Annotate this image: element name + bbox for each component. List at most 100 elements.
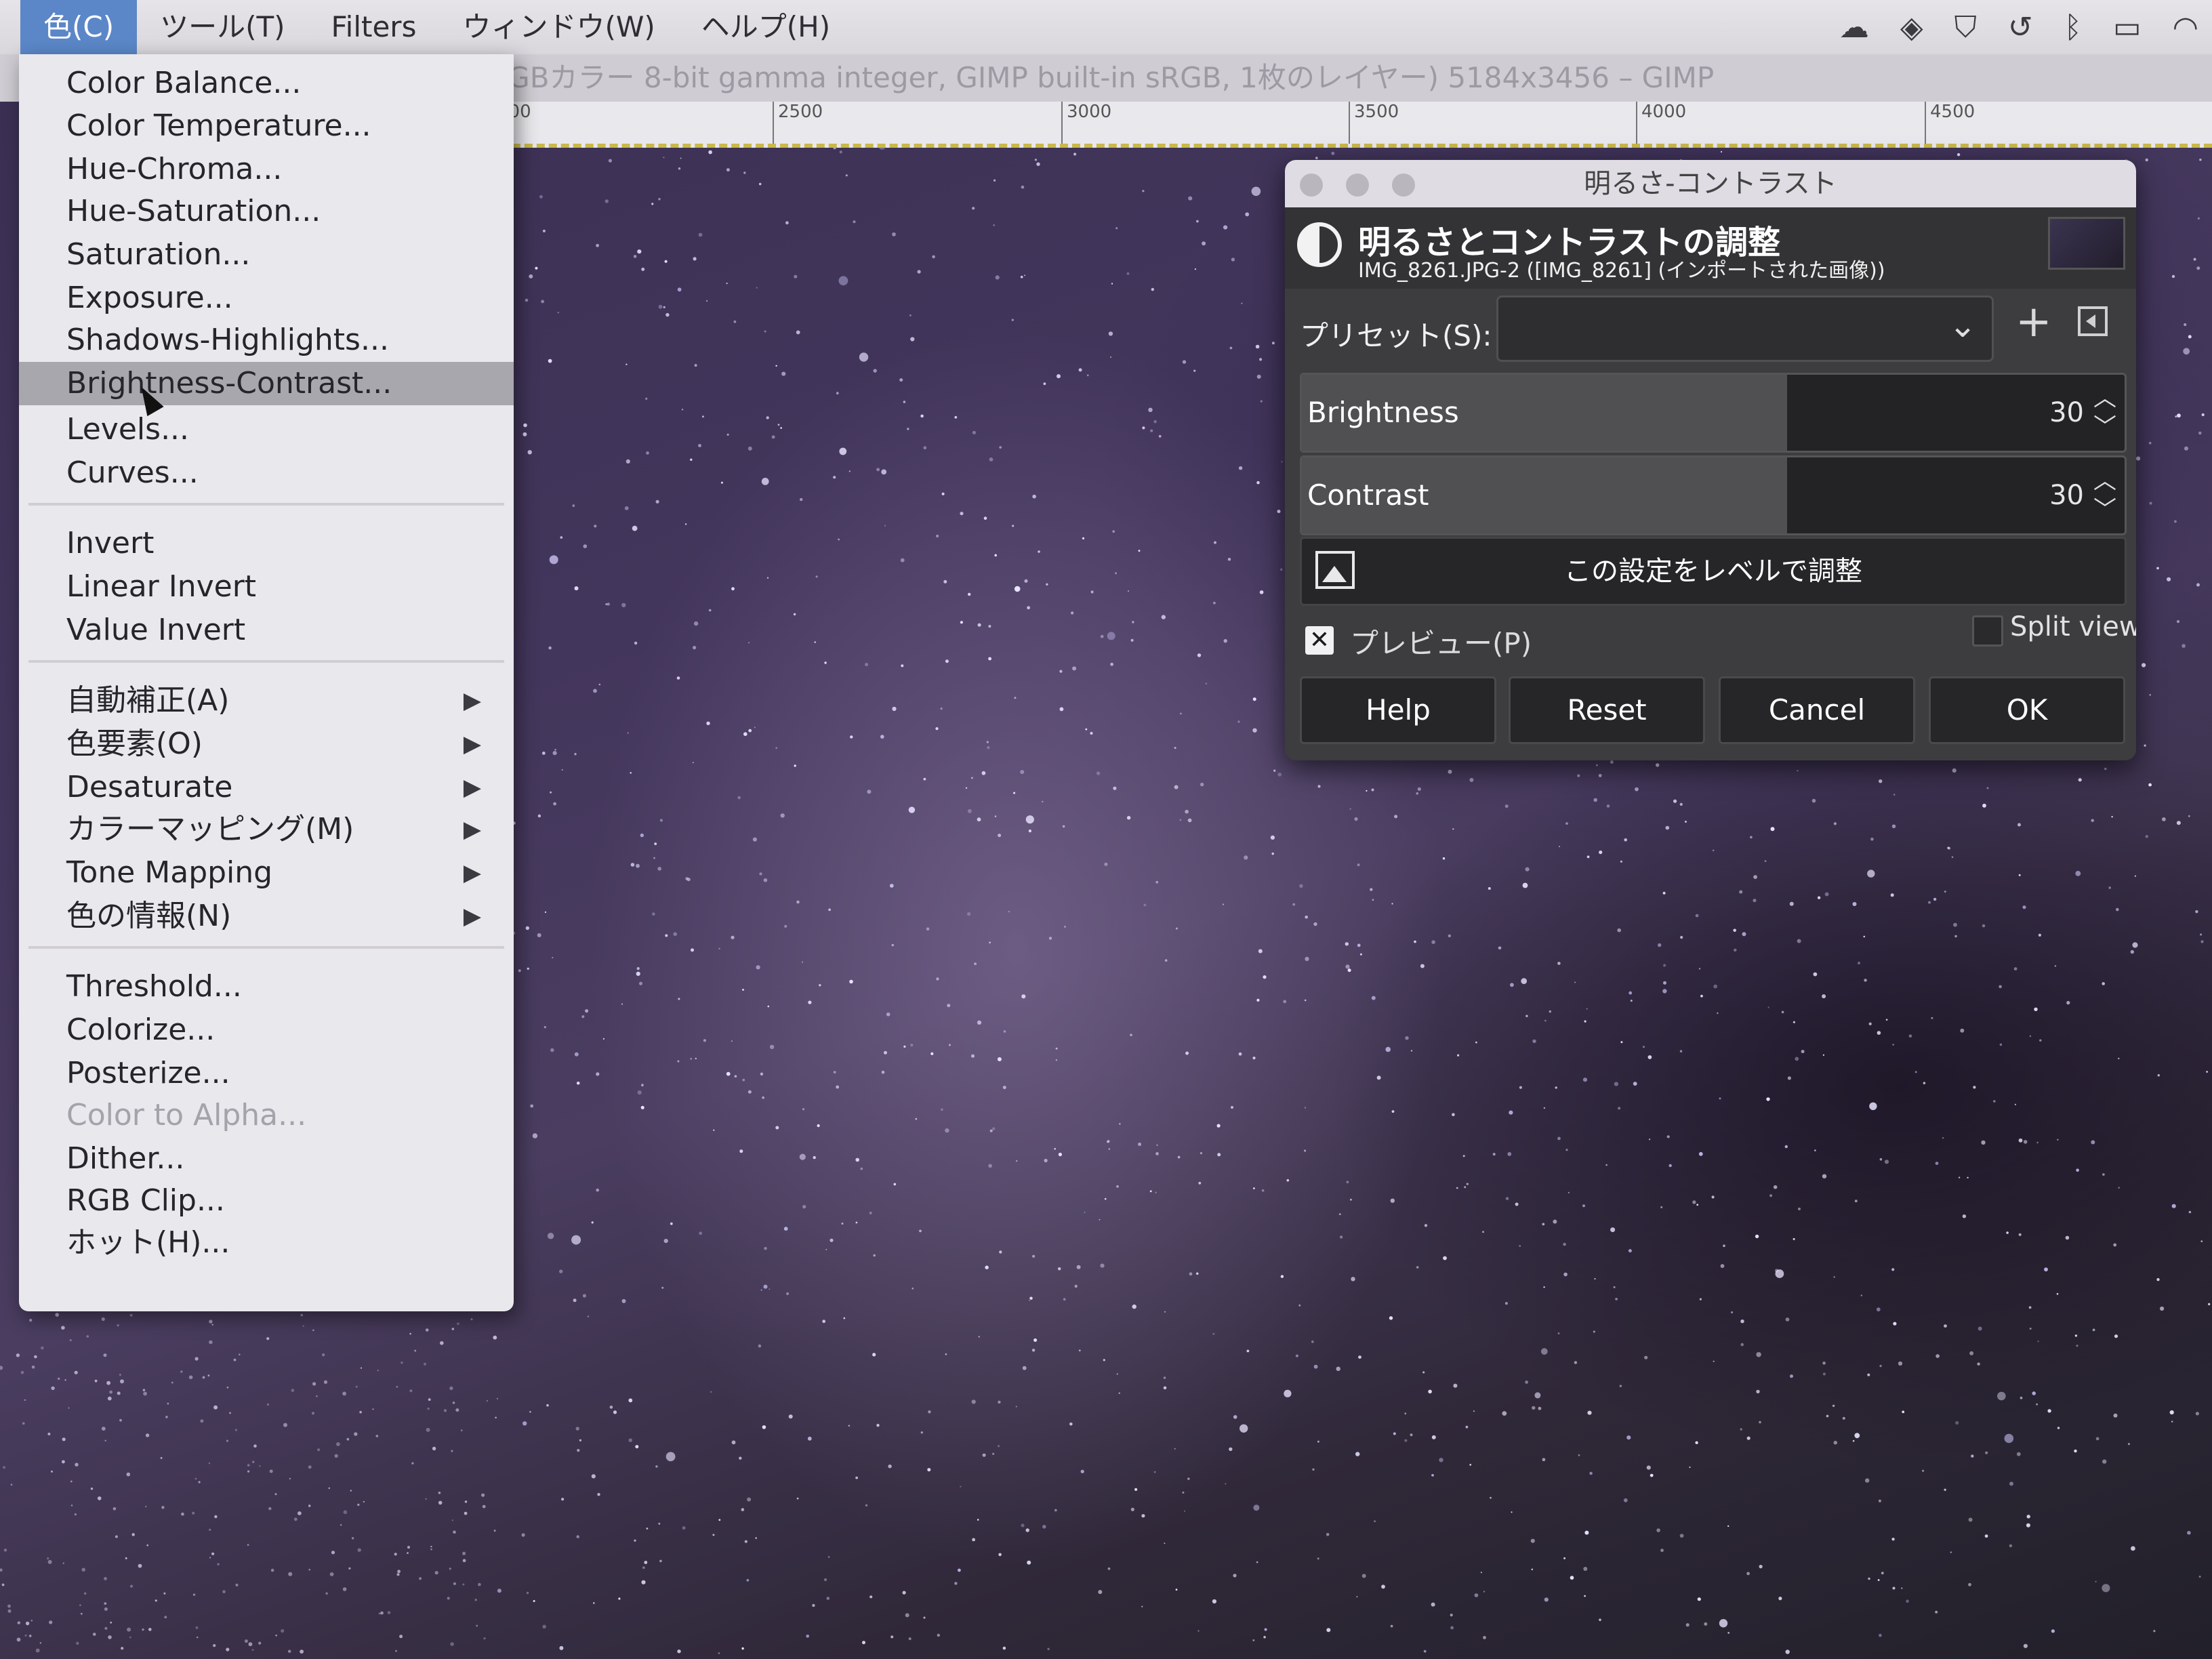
bluetooth-icon[interactable]: ᛒ <box>2064 10 2082 45</box>
star <box>2075 871 2081 876</box>
star <box>34 1355 37 1359</box>
menu-item[interactable]: Tone Mapping ▶ <box>19 851 514 895</box>
menu-item[interactable]: RGB Clip... <box>19 1179 514 1223</box>
star <box>1357 863 1360 867</box>
star <box>1814 1149 1816 1151</box>
battery-icon[interactable]: ▭ <box>2113 10 2142 45</box>
menu-item[interactable]: Color Temperature... <box>19 104 514 148</box>
menu-color[interactable]: 色(C) <box>20 0 138 54</box>
star <box>1043 382 1046 386</box>
preview-label[interactable]: プレビュー(P) <box>1350 621 1532 662</box>
menu-item[interactable]: Threshold... <box>19 965 514 1008</box>
star <box>1295 1354 1298 1357</box>
menu-item[interactable]: 自動補正(A) ▶ <box>19 679 514 722</box>
star <box>1107 632 1115 640</box>
menu-triangle-icon[interactable] <box>2078 306 2108 336</box>
menu-item[interactable]: 色要素(O) ▶ <box>19 722 514 766</box>
preset-combobox[interactable]: ⌄ <box>1496 295 1994 362</box>
preview-checkbox[interactable]: ✕ <box>1305 626 1334 655</box>
star <box>1619 1385 1622 1387</box>
star <box>954 1582 958 1585</box>
menu-item[interactable]: カラーマッピング(M) ▶ <box>19 808 514 851</box>
split-view-label[interactable]: Split view <box>2010 611 2136 642</box>
star <box>1565 822 1568 825</box>
star <box>1238 466 1243 470</box>
horizontal-ruler[interactable]: 000 2500 3000 3500 4000 4500 <box>488 102 2212 148</box>
reset-button[interactable]: Reset <box>1509 676 1705 744</box>
star <box>1968 1517 1973 1522</box>
menu-item[interactable]: 色の情報(N) ▶ <box>19 895 514 938</box>
star <box>574 586 579 591</box>
star <box>680 157 682 159</box>
star <box>483 1637 486 1640</box>
star <box>607 602 610 606</box>
star <box>1138 550 1141 552</box>
menu-item[interactable]: Value Invert <box>19 609 514 652</box>
star <box>582 1294 587 1298</box>
menu-item[interactable]: Colorize... <box>19 1008 514 1052</box>
ok-button[interactable]: OK <box>1929 676 2125 744</box>
star <box>2149 501 2152 505</box>
menu-item[interactable]: Saturation... <box>19 233 514 276</box>
menu-item[interactable]: ホット(H)... <box>19 1221 514 1265</box>
menu-item[interactable]: Linear Invert <box>19 565 514 609</box>
star <box>535 266 538 270</box>
menu-item[interactable]: Posterize... <box>19 1052 514 1095</box>
menu-item[interactable]: Dither... <box>19 1137 514 1181</box>
menu-item[interactable]: Hue-Chroma... <box>19 148 514 191</box>
shield-icon[interactable]: ⛉ <box>1954 10 1977 45</box>
menu-item[interactable]: Color Balance... <box>19 62 514 105</box>
star <box>999 446 1002 449</box>
star <box>1593 798 1597 802</box>
contrast-value[interactable]: 30 <box>2049 457 2084 533</box>
star <box>1549 1010 1551 1013</box>
star <box>1711 1195 1715 1199</box>
star <box>2195 1412 2199 1416</box>
brightness-slider[interactable]: Brightness 30 ︿ ﹀ <box>1300 373 2127 453</box>
cancel-button[interactable]: Cancel <box>1719 676 1915 744</box>
contrast-slider[interactable]: Contrast 30 ︿ ﹀ <box>1300 455 2127 535</box>
help-button[interactable]: Help <box>1300 676 1496 744</box>
star <box>974 962 977 966</box>
star <box>1390 1624 1393 1628</box>
menu-tools[interactable]: ツール(T) <box>137 0 308 54</box>
menu-item[interactable]: Exposure... <box>19 276 514 320</box>
plus-icon[interactable]: + <box>2015 297 2052 347</box>
menu-item[interactable]: Hue-Saturation... <box>19 190 514 233</box>
brightness-value[interactable]: 30 <box>2049 375 2084 451</box>
star <box>493 1530 496 1532</box>
menu-item[interactable]: Invert <box>19 522 514 565</box>
brightness-spin-arrows-icon[interactable]: ︿ ﹀ <box>2092 384 2118 441</box>
star <box>104 1577 107 1580</box>
contrast-spin-arrows-icon[interactable]: ︿ ﹀ <box>2092 467 2118 524</box>
menu-item[interactable]: Curves... <box>19 451 514 495</box>
star <box>537 814 541 818</box>
star <box>2118 1187 2120 1189</box>
menu-help[interactable]: ヘルプ(H) <box>678 0 853 54</box>
menu-item[interactable]: Levels... <box>19 408 514 451</box>
chevron-down-icon[interactable]: ⌄ <box>1948 306 1977 345</box>
wifi-icon[interactable]: ◠ <box>2173 10 2198 45</box>
star <box>593 689 597 693</box>
star <box>1890 893 1894 897</box>
edit-as-levels-button[interactable]: この設定をレベルで調整 <box>1300 537 2127 606</box>
creative-cloud-icon[interactable]: ☁ <box>1839 10 1869 45</box>
menu-item[interactable]: Desaturate ▶ <box>19 766 514 809</box>
time-machine-icon[interactable]: ↺ <box>2008 10 2033 45</box>
split-view-checkbox[interactable] <box>1972 615 2003 647</box>
dialog-title-bar[interactable]: 明るさ-コントラスト <box>1285 160 2136 207</box>
menu-item[interactable]: Brightness-Contrast... <box>19 362 514 405</box>
star <box>10 1483 13 1486</box>
menu-item[interactable]: Shadows-Highlights... <box>19 319 514 362</box>
star <box>1753 899 1757 903</box>
star <box>708 150 712 155</box>
star <box>409 1389 413 1393</box>
dropbox-icon[interactable]: ◈ <box>1900 10 1923 45</box>
star <box>1233 1415 1237 1419</box>
menu-windows[interactable]: ウィンドウ(W) <box>439 0 678 54</box>
menu-item-label: カラーマッピング(M) <box>66 812 354 846</box>
star <box>682 1526 686 1530</box>
star <box>741 1508 745 1511</box>
star <box>1021 185 1025 189</box>
menu-filters[interactable]: Filters <box>308 0 440 54</box>
